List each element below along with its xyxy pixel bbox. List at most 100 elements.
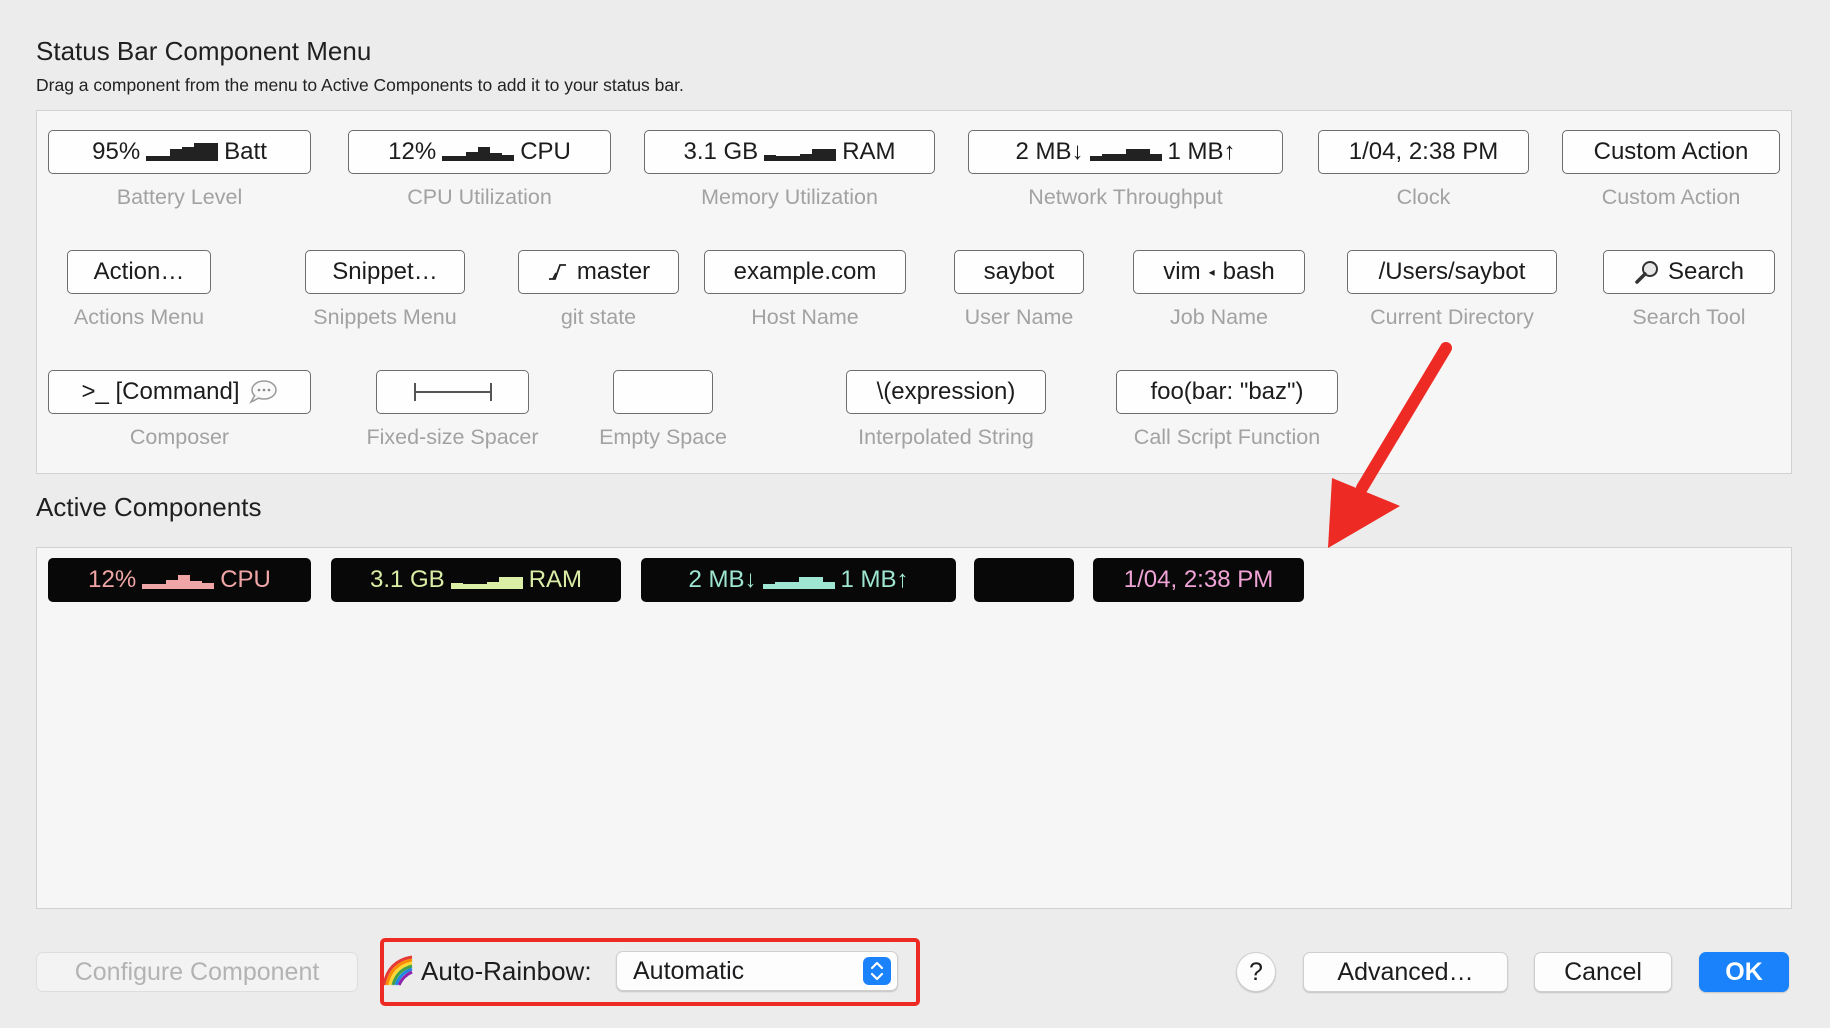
empty-space-pill[interactable]	[613, 370, 713, 414]
active-cpu[interactable]: 12% CPU	[48, 558, 311, 602]
arrow-annotation	[1328, 342, 1452, 548]
interpolated-string-label: Interpolated String	[858, 425, 1034, 449]
active-clock[interactable]: 1/04, 2:38 PM	[1093, 558, 1304, 602]
snippets-menu-label: Snippets Menu	[313, 305, 457, 329]
component-snippets-menu[interactable]: Snippet… Snippets Menu	[305, 250, 465, 330]
component-network[interactable]: 2 MB↓ 1 MB↑ Network Throughput	[968, 130, 1283, 210]
component-interpolated-string[interactable]: \(expression) Interpolated String	[846, 370, 1046, 450]
search-tool-pill[interactable]: Search	[1603, 250, 1775, 294]
clock-pill[interactable]: 1/04, 2:38 PM	[1318, 130, 1529, 174]
component-host-name[interactable]: example.com Host Name	[704, 250, 906, 330]
help-button[interactable]: ?	[1236, 952, 1276, 992]
component-search-tool[interactable]: Search Search Tool	[1603, 250, 1775, 330]
active-components-panel[interactable]: 12% CPU 3.1 GB RAM 2 MB↓ 1 MB↑ 1/04, 2:3…	[36, 547, 1792, 909]
network-sparkline	[1089, 143, 1162, 161]
ok-button[interactable]: OK	[1699, 952, 1789, 992]
rainbow-icon	[382, 955, 413, 986]
memory-pill[interactable]: 3.1 GB RAM	[644, 130, 935, 174]
actions-menu-label: Actions Menu	[73, 305, 205, 329]
current-directory-pill[interactable]: /Users/saybot	[1347, 250, 1557, 294]
job-name-label: Job Name	[1170, 305, 1268, 329]
network-pill[interactable]: 2 MB↓ 1 MB↑	[968, 130, 1283, 174]
user-name-pill[interactable]: saybot	[954, 250, 1084, 294]
git-branch-icon	[548, 264, 566, 280]
empty-space-label: Empty Space	[599, 425, 727, 449]
custom-action-pill[interactable]: Custom Action	[1562, 130, 1780, 174]
job-name-pill[interactable]: vim ◂ bash	[1133, 250, 1305, 294]
auto-rainbow-value: Automatic	[633, 956, 745, 985]
active-ram[interactable]: 3.1 GB RAM	[331, 558, 621, 602]
popup-stepper-icon	[863, 957, 891, 985]
search-tool-value: Search	[1667, 258, 1745, 285]
composer-value: >_ [Command]	[81, 378, 240, 405]
auto-rainbow-label: Auto-Rainbow:	[421, 956, 592, 986]
component-cpu[interactable]: 12% CPU CPU Utilization	[348, 130, 611, 210]
component-fixed-spacer[interactable]: Fixed-size Spacer	[366, 370, 539, 450]
component-job-name[interactable]: vim ◂ bash Job Name	[1133, 250, 1305, 330]
host-name-pill[interactable]: example.com	[704, 250, 906, 294]
component-battery[interactable]: 95% Batt Battery Level	[48, 130, 311, 210]
clock-label: Clock	[1396, 185, 1451, 209]
memory-suffix: RAM	[842, 138, 896, 165]
custom-action-label: Custom Action	[1601, 185, 1741, 209]
active-network-up: 1 MB↑	[840, 566, 909, 593]
battery-suffix: Batt	[224, 138, 267, 165]
active-network-sparkline	[762, 571, 835, 589]
triangle-left-icon: ◂	[1208, 265, 1215, 279]
component-git-state[interactable]: master git state	[518, 250, 679, 330]
active-network-down: 2 MB↓	[688, 566, 757, 593]
speech-bubble-icon	[248, 380, 277, 404]
call-script-pill[interactable]: foo(bar: "baz")	[1116, 370, 1338, 414]
cpu-pill[interactable]: 12% CPU	[348, 130, 611, 174]
fixed-spacer-label: Fixed-size Spacer	[366, 425, 539, 449]
auto-rainbow-select[interactable]: Automatic	[616, 951, 898, 991]
component-custom-action[interactable]: Custom Action Custom Action	[1562, 130, 1780, 210]
active-network[interactable]: 2 MB↓ 1 MB↑	[641, 558, 956, 602]
memory-label: Memory Utilization	[701, 185, 878, 209]
actions-menu-pill[interactable]: Action…	[67, 250, 211, 294]
host-name-label: Host Name	[751, 305, 859, 329]
git-state-label: git state	[560, 305, 637, 329]
component-user-name[interactable]: saybot User Name	[954, 250, 1084, 330]
component-actions-menu[interactable]: Action… Actions Menu	[67, 250, 211, 330]
battery-sparkline	[146, 143, 219, 161]
active-empty-space[interactable]	[974, 558, 1074, 602]
interpolated-string-pill[interactable]: \(expression)	[846, 370, 1046, 414]
active-ram-suffix: RAM	[528, 566, 583, 593]
user-name-label: User Name	[964, 305, 1074, 329]
snippets-menu-pill[interactable]: Snippet…	[305, 250, 465, 294]
current-directory-label: Current Directory	[1370, 305, 1534, 329]
active-cpu-sparkline	[142, 571, 215, 589]
fixed-spacer-pill[interactable]	[376, 370, 529, 414]
cpu-value: 12%	[388, 138, 437, 165]
component-clock[interactable]: 1/04, 2:38 PM Clock	[1318, 130, 1529, 210]
network-down-value: 2 MB↓	[1015, 138, 1084, 165]
component-memory[interactable]: 3.1 GB RAM Memory Utilization	[644, 130, 935, 210]
component-current-directory[interactable]: /Users/saybot Current Directory	[1347, 250, 1557, 330]
active-components-title: Active Components	[36, 492, 262, 522]
component-composer[interactable]: >_ [Command] Composer	[48, 370, 311, 450]
active-cpu-value: 12%	[88, 566, 137, 593]
composer-pill[interactable]: >_ [Command]	[48, 370, 311, 414]
magnifier-icon	[1635, 261, 1658, 284]
cpu-label: CPU Utilization	[407, 185, 552, 209]
advanced-button[interactable]: Advanced…	[1303, 952, 1508, 992]
git-branch-name: master	[576, 258, 651, 285]
git-state-pill[interactable]: master	[518, 250, 679, 294]
component-empty-space[interactable]: Empty Space	[599, 370, 727, 450]
battery-label: Battery Level	[116, 185, 243, 209]
page-subtitle: Drag a component from the menu to Active…	[36, 75, 684, 95]
active-cpu-suffix: CPU	[220, 566, 271, 593]
call-script-label: Call Script Function	[1133, 425, 1321, 449]
battery-pill[interactable]: 95% Batt	[48, 130, 311, 174]
cpu-sparkline	[442, 143, 515, 161]
cancel-button[interactable]: Cancel	[1534, 952, 1672, 992]
component-call-script[interactable]: foo(bar: "baz") Call Script Function	[1116, 370, 1338, 450]
configure-component-button[interactable]: Configure Component	[36, 952, 358, 992]
active-ram-value: 3.1 GB	[369, 566, 445, 593]
job-name-value-2: bash	[1222, 258, 1275, 285]
cpu-suffix: CPU	[520, 138, 571, 165]
composer-label: Composer	[129, 425, 230, 449]
component-menu-panel: 95% Batt Battery Level 12% CPU CPU Utili…	[36, 110, 1792, 474]
battery-value: 95%	[92, 138, 141, 165]
